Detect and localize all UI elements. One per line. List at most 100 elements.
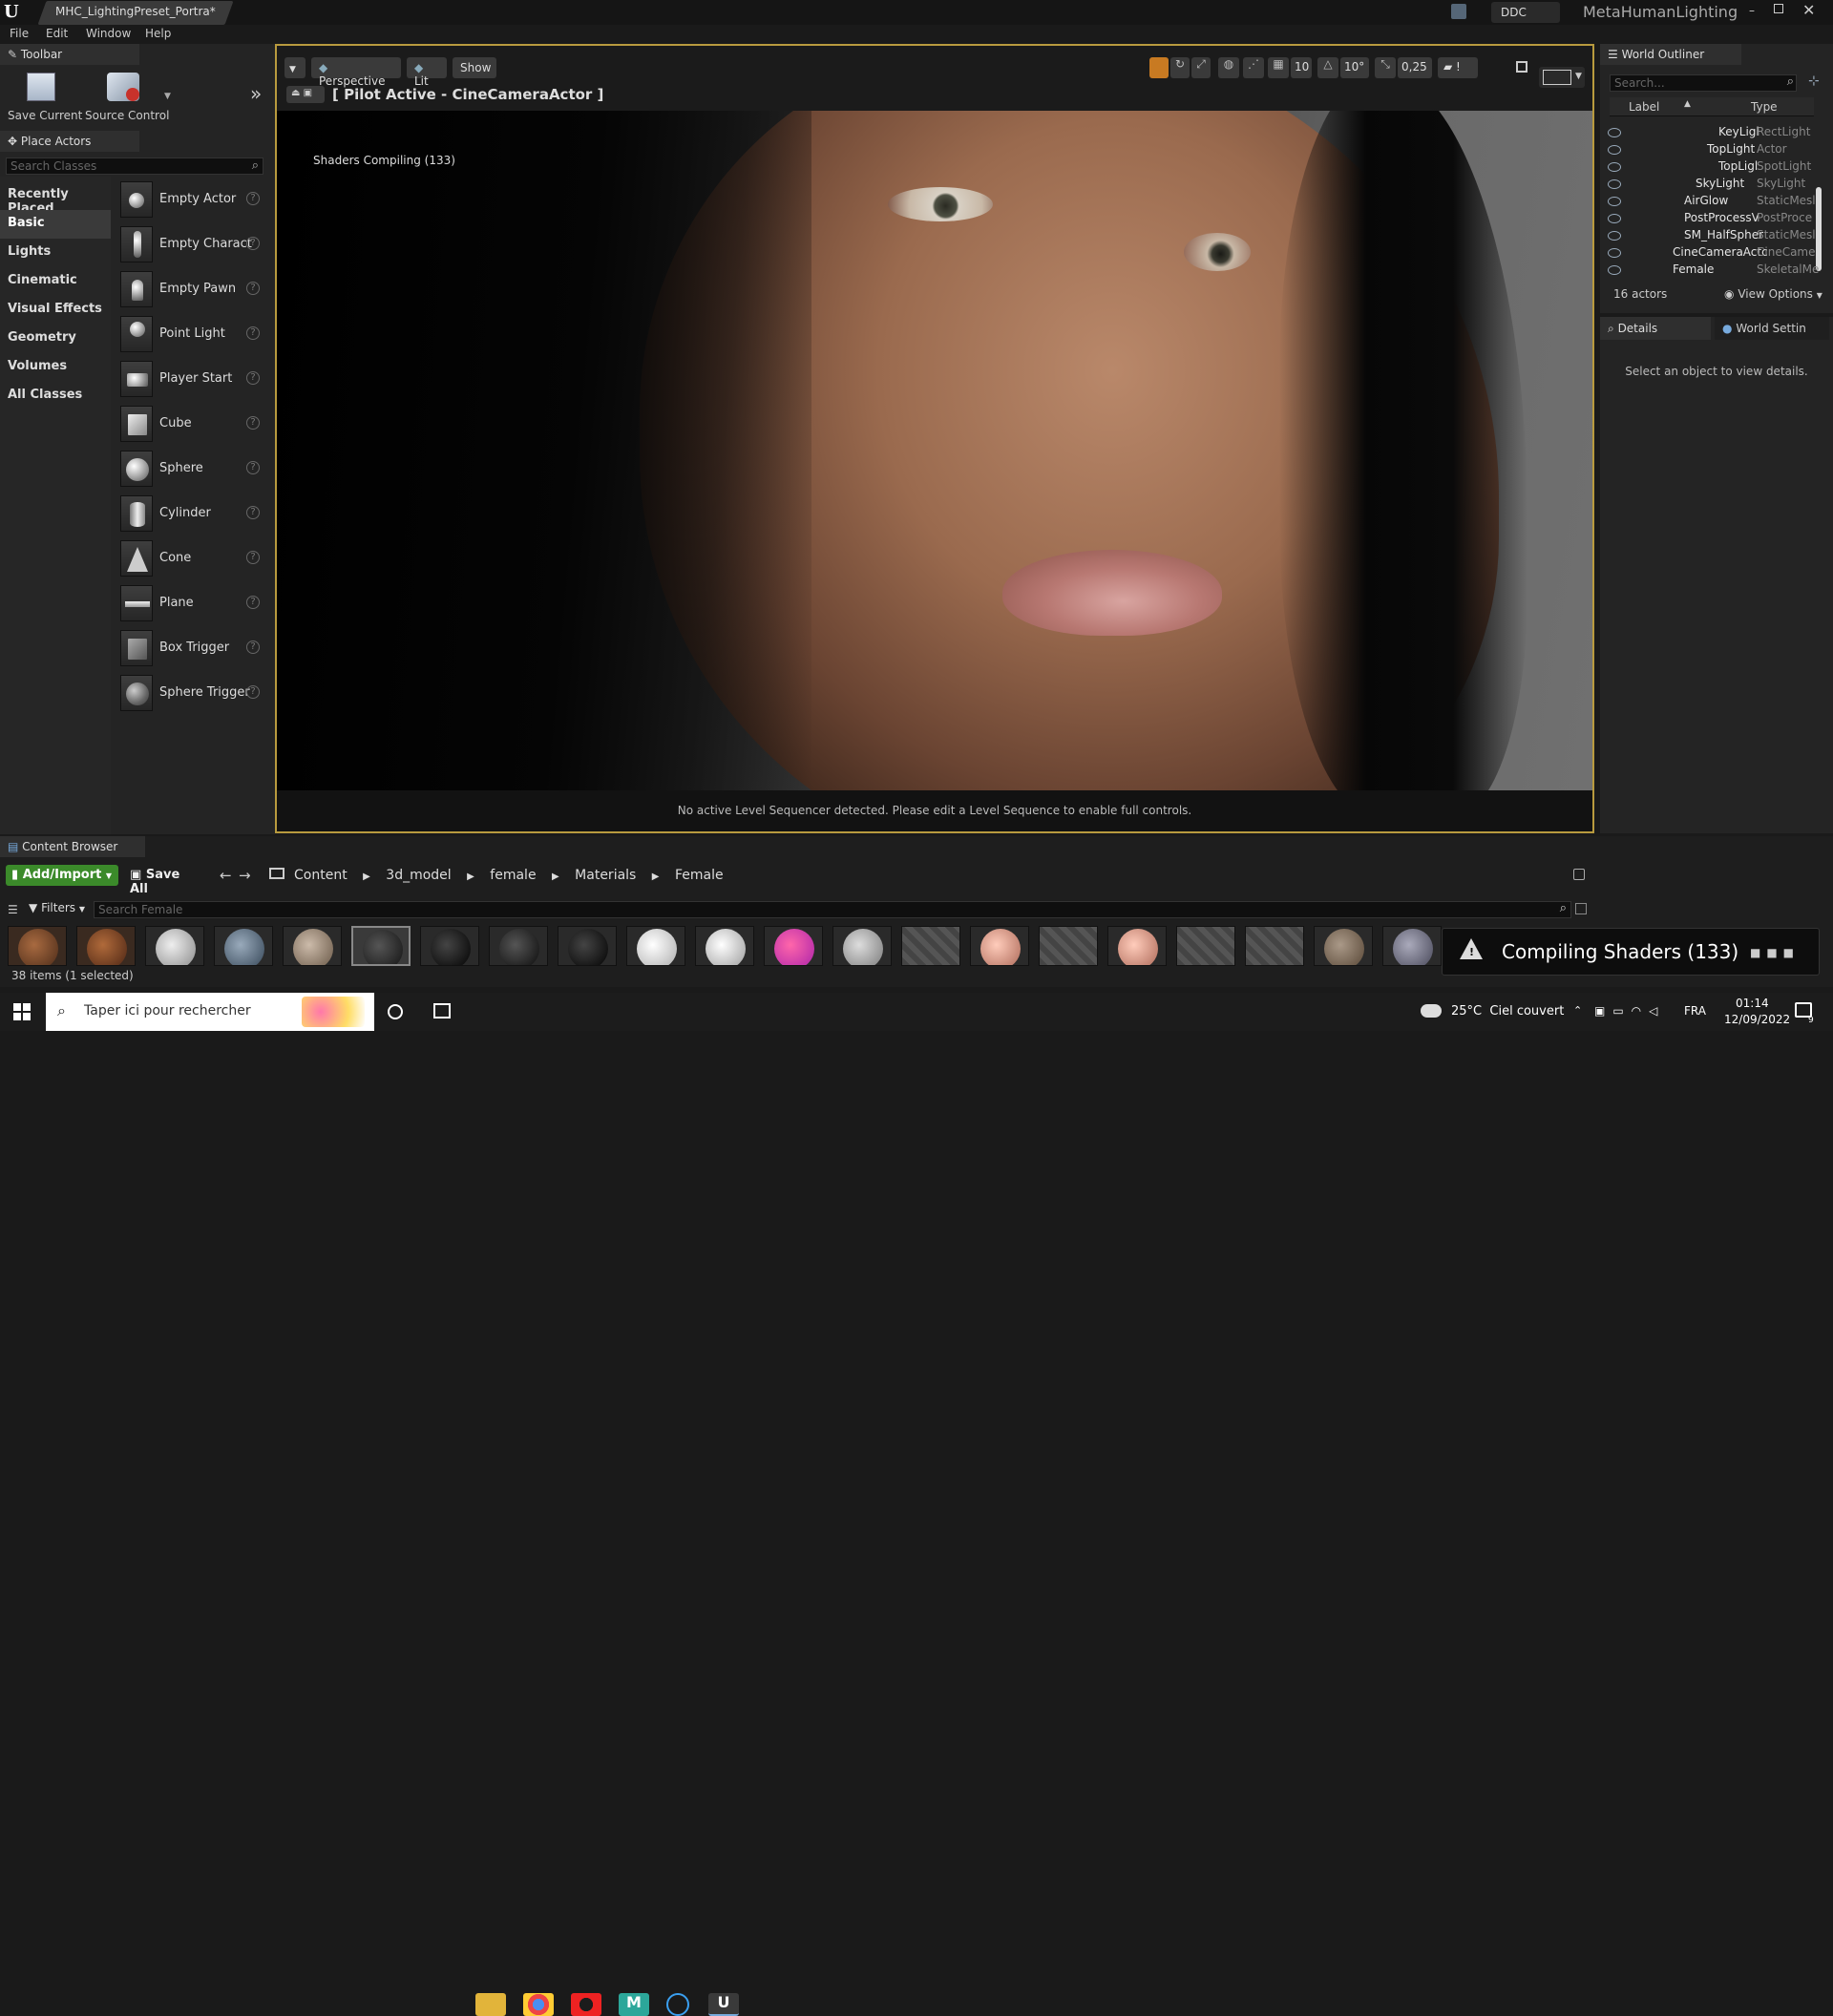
clock-time[interactable]: 01:14 <box>1736 997 1769 1010</box>
actor-item-empty-actor[interactable]: Empty Actor? <box>115 178 267 222</box>
visibility-icon[interactable] <box>1608 197 1621 206</box>
back-arrow-icon[interactable]: ← <box>220 867 232 884</box>
forward-arrow-icon[interactable]: → <box>239 867 251 884</box>
help-icon[interactable]: ? <box>246 551 260 564</box>
rotation-snap-icon[interactable]: △ <box>1317 57 1338 78</box>
camera-speed-icon[interactable]: ▰ ! <box>1438 57 1478 78</box>
level-tab[interactable]: MHC_LightingPreset_Portra* <box>55 5 216 18</box>
show-button[interactable]: Show <box>453 57 496 78</box>
outliner-row[interactable]: TopLight Actor <box>1606 142 1814 159</box>
clock-date[interactable]: 12/09/2022 <box>1724 1013 1790 1026</box>
viewport-options-button[interactable]: ▼ <box>284 57 306 78</box>
asset-thumbnail[interactable] <box>558 926 617 966</box>
save-search-icon[interactable] <box>1575 903 1587 914</box>
asset-thumbnail[interactable] <box>1039 926 1098 966</box>
breadcrumb-content[interactable]: Content <box>294 868 348 883</box>
asset-thumbnail[interactable] <box>8 926 67 966</box>
asset-thumbnail[interactable] <box>214 926 273 966</box>
actor-item-point-light[interactable]: Point Light? <box>115 312 267 357</box>
viewport-render[interactable] <box>277 111 1592 790</box>
ddc-badge[interactable]: DDC <box>1491 2 1560 23</box>
world-outliner-tab[interactable]: ☰ World Outliner <box>1600 44 1741 65</box>
actor-item-cone[interactable]: Cone? <box>115 536 267 581</box>
search-classes-input[interactable]: Search Classes ⌕ <box>6 158 263 175</box>
outliner-search-input[interactable]: Search... ⌕ <box>1610 74 1797 92</box>
help-icon[interactable]: ? <box>246 461 260 474</box>
actor-item-empty-character[interactable]: Empty Charact? <box>115 222 267 267</box>
help-icon[interactable]: ? <box>246 640 260 654</box>
asset-thumbnail[interactable] <box>1176 926 1235 966</box>
content-search-input[interactable]: Search Female ⌕ <box>94 901 1571 918</box>
asset-thumbnail[interactable] <box>832 926 892 966</box>
asset-thumbnail[interactable] <box>76 926 136 966</box>
asset-thumbnail[interactable] <box>1314 926 1373 966</box>
asset-thumbnail[interactable] <box>1245 926 1304 966</box>
place-actors-tab[interactable]: ✥ Place Actors <box>0 131 139 152</box>
details-tab[interactable]: ⌕ Details <box>1600 317 1711 340</box>
asset-thumbnail[interactable] <box>970 926 1029 966</box>
lock-icon[interactable] <box>1573 869 1585 880</box>
visibility-icon[interactable] <box>1608 128 1621 137</box>
ddc-icon[interactable] <box>1451 4 1466 19</box>
unreal-engine-icon[interactable]: U <box>708 1993 739 2016</box>
visibility-icon[interactable] <box>1608 214 1621 223</box>
asset-thumbnail[interactable] <box>695 926 754 966</box>
col-type-header[interactable]: Type <box>1751 100 1778 114</box>
actor-item-cube[interactable]: Cube? <box>115 402 267 447</box>
search-icon[interactable]: ⌕ <box>1560 901 1567 915</box>
layout-button[interactable]: ▼ <box>1539 67 1585 88</box>
visibility-icon[interactable] <box>1608 179 1621 189</box>
col-label-header[interactable]: Label <box>1629 100 1659 114</box>
grid-snap-icon[interactable]: ▦ <box>1268 57 1289 78</box>
surface-snap-icon[interactable]: ⋰ <box>1243 57 1264 78</box>
visibility-icon[interactable] <box>1608 248 1621 258</box>
outliner-row[interactable]: PostProcessV PostProce <box>1606 211 1814 228</box>
asset-thumbnail[interactable] <box>1107 926 1167 966</box>
actor-item-box-trigger[interactable]: Box Trigger? <box>115 626 267 671</box>
asset-thumbnail[interactable] <box>626 926 685 966</box>
filters-button[interactable]: ▼ Filters ▼ <box>29 901 88 918</box>
rotation-snap-value[interactable]: 10° <box>1340 57 1369 78</box>
opera-icon[interactable] <box>571 1993 601 2016</box>
visibility-icon[interactable] <box>1608 231 1621 241</box>
breadcrumb-female[interactable]: female <box>490 868 536 883</box>
category-basic[interactable]: Basic <box>0 210 111 239</box>
category-geometry[interactable]: Geometry <box>0 325 111 353</box>
toolbar-tab[interactable]: ✎ Toolbar <box>0 44 139 65</box>
breadcrumb-3d-model[interactable]: 3d_model <box>386 868 451 883</box>
maximize-viewport-icon[interactable] <box>1516 61 1528 73</box>
task-view-icon[interactable] <box>433 1003 451 1018</box>
visibility-icon[interactable] <box>1608 265 1621 275</box>
rotate-tool-icon[interactable]: ↻ <box>1170 57 1190 78</box>
category-volumes[interactable]: Volumes <box>0 353 111 382</box>
category-all-classes[interactable]: All Classes <box>0 382 111 410</box>
help-icon[interactable]: ? <box>246 282 260 295</box>
menu-edit[interactable]: Edit <box>46 27 68 40</box>
minimize-icon[interactable]: – <box>1749 4 1760 17</box>
category-lights[interactable]: Lights <box>0 239 111 267</box>
actor-item-plane[interactable]: Plane? <box>115 581 267 626</box>
world-settings-tab[interactable]: ● World Settin <box>1715 317 1829 340</box>
outliner-row[interactable]: TopLigl SpotLight <box>1606 159 1814 177</box>
menu-file[interactable]: File <box>10 27 29 40</box>
visibility-icon[interactable] <box>1608 145 1621 155</box>
metahuman-creator-icon[interactable]: M <box>619 1993 649 2016</box>
scale-tool-icon[interactable]: ⤢ <box>1191 57 1211 78</box>
outliner-row[interactable]: KeyLigl RectLight <box>1606 125 1814 142</box>
actor-item-sphere-trigger[interactable]: Sphere Trigger? <box>115 671 267 716</box>
eject-pilot-button[interactable]: ⏏ ▣ <box>286 86 325 103</box>
windows-start-icon[interactable] <box>13 1003 31 1020</box>
category-visual-effects[interactable]: Visual Effects <box>0 296 111 325</box>
asset-thumbnail[interactable] <box>420 926 479 966</box>
search-icon[interactable]: ⌕ <box>252 158 259 173</box>
search-icon[interactable]: ⌕ <box>1787 74 1794 89</box>
actor-item-player-start[interactable]: Player Start? <box>115 357 267 402</box>
content-browser-tab[interactable]: ▤ Content Browser <box>0 836 145 857</box>
translate-tool-icon[interactable] <box>1149 57 1169 78</box>
scale-snap-value[interactable]: 0,25 <box>1398 57 1432 78</box>
actor-item-cylinder[interactable]: Cylinder? <box>115 492 267 536</box>
perspective-button[interactable]: ◆ Perspective <box>311 57 401 88</box>
asset-thumbnail[interactable] <box>901 926 960 966</box>
outliner-row[interactable]: CineCameraActc CineCame <box>1606 245 1816 262</box>
language-indicator[interactable]: FRA <box>1684 1004 1706 1018</box>
